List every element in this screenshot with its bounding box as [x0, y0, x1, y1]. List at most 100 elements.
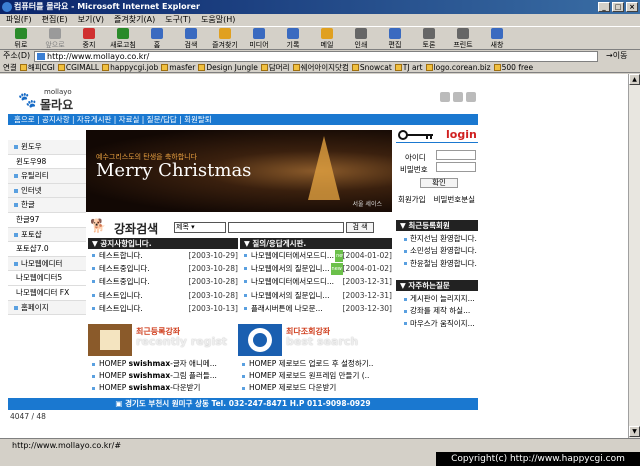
list-item[interactable]: 소민성님 환영합니다. — [396, 245, 478, 257]
list-item[interactable]: 게시판이 늘리지지... — [396, 293, 478, 305]
list-item[interactable]: 테스트입니다. [2003-10-28] — [88, 289, 238, 302]
ie-icon — [2, 2, 12, 12]
left-menu-item[interactable]: 윈도우98 — [8, 155, 86, 170]
left-menu-item[interactable]: 나모웹에디터 FX — [8, 286, 86, 301]
toolbar-button[interactable]: 편집 — [378, 27, 412, 50]
menu-item[interactable]: 도구(T) — [165, 14, 191, 26]
vertical-scrollbar[interactable]: ▲ ▼ — [628, 74, 640, 438]
toolbar-button[interactable]: 기록 — [276, 27, 310, 50]
menu-item[interactable]: 보기(V) — [78, 14, 104, 26]
menu-item[interactable]: 파일(F) — [6, 14, 32, 26]
list-item[interactable]: 테스트입니다. [2003-10-13] — [88, 302, 238, 315]
menu-item[interactable]: 즐겨찾기(A) — [114, 14, 155, 26]
banner-title: Merry Christmas — [96, 160, 252, 181]
left-menu-item[interactable]: 홈페이지 — [8, 300, 86, 316]
list-item[interactable]: 한지선님 환영합니다. — [396, 233, 478, 245]
list-item[interactable]: 강좌를 제작 하실... — [396, 305, 478, 317]
list-item[interactable]: 나모웹에디터에서모드디... [2003-12-31] — [240, 275, 392, 288]
link-item[interactable]: Design Jungle — [198, 62, 258, 72]
page-icon — [292, 63, 300, 71]
list-item[interactable]: HOMEP 제로보드 원프레임 만들기 (.. — [238, 370, 392, 382]
toolbar-button[interactable]: 검색 — [174, 27, 208, 50]
go-button[interactable]: →이동 — [606, 50, 627, 62]
toolbar-button[interactable]: 새로고침 — [106, 27, 140, 50]
list-item-title: 나모웹에디터에서모드디... — [251, 277, 335, 287]
list-item[interactable]: HOMEP swishmax-다운받기 — [88, 382, 238, 394]
left-menu-item[interactable]: 한글 — [8, 198, 86, 213]
toolbar-button[interactable]: 미디어 — [242, 27, 276, 50]
link-item[interactable]: Snowcat — [351, 62, 392, 72]
left-menu-item[interactable]: 유틸리티 — [8, 169, 86, 184]
find-password-link[interactable]: 비밀번호분실 — [434, 194, 475, 205]
list-item[interactable]: 한윤철님 환영합니다. — [396, 258, 478, 270]
minimize-button[interactable]: _ — [598, 2, 610, 12]
list-item[interactable]: HOMEP 제로보드 업로드 후 설정하기.. — [238, 358, 392, 370]
password-input[interactable] — [436, 162, 476, 172]
left-menu-item[interactable]: 나모웹에디터 — [8, 256, 86, 272]
scroll-up-arrow[interactable]: ▲ — [629, 74, 640, 85]
toolbar-button[interactable]: 인쇄 — [344, 27, 378, 50]
list-item[interactable]: 나모웹에디터에서모드디...new[2004-01-02] — [240, 249, 392, 263]
toolbar-button[interactable]: 중지 — [72, 27, 106, 50]
toolbar-button[interactable]: 앞으로 — [38, 27, 72, 50]
top-icons — [440, 92, 476, 102]
link-item[interactable]: 쉐어아이지닷컴 — [292, 62, 349, 72]
list-item-date: [2003-10-13] — [188, 303, 238, 313]
search-field-select[interactable]: 제목 ▾ — [174, 222, 226, 233]
link-item[interactable]: happycgi.job — [102, 62, 158, 72]
search-input[interactable] — [228, 222, 344, 233]
bottom-strip — [0, 452, 436, 466]
menu-item[interactable]: 편집(E) — [42, 14, 68, 26]
left-menu-item[interactable]: 윈도우 — [8, 140, 86, 155]
link-item[interactable]: logo.corean.biz — [425, 62, 491, 72]
list-item[interactable]: 나모웹에서의 질문입니... [2003-12-31] — [240, 289, 392, 302]
address-input[interactable]: http://www.mollayo.co.kr/ — [34, 51, 598, 62]
list-item-date: [2003-10-28] — [188, 264, 238, 274]
lecture-category: HOMEP — [249, 371, 279, 380]
toolbar-button[interactable]: 메일 — [310, 27, 344, 50]
id-input[interactable] — [436, 150, 476, 160]
mail-icon[interactable] — [466, 92, 476, 102]
link-item[interactable]: CGIMALL — [57, 62, 99, 72]
footer-text: 경기도 부천시 원미구 상동 Tel. 032-247-8471 H.P 011… — [125, 399, 371, 408]
list-item[interactable]: 테스트중입니다. [2003-10-28] — [88, 275, 238, 288]
join-link[interactable]: 회원가입 — [398, 194, 426, 205]
left-menu-item[interactable]: 포토샵 — [8, 227, 86, 243]
logo-text[interactable]: 몰라요 — [40, 96, 73, 113]
list-item[interactable]: 나모웹에서의 질문입니... new [2004-01-02] — [240, 262, 392, 276]
left-menu-item[interactable]: 인터넷 — [8, 183, 86, 199]
home-icon[interactable] — [440, 92, 450, 102]
menu-item[interactable]: 도움말(H) — [201, 14, 235, 26]
scroll-down-arrow[interactable]: ▼ — [629, 426, 640, 437]
login-confirm-button[interactable]: 확인 — [420, 178, 458, 188]
list-item[interactable]: 플래시버튼에 나모문... [2003-12-30] — [240, 302, 392, 315]
toolbar-button[interactable]: 홈 — [140, 27, 174, 50]
recent-lectures-icon — [88, 324, 132, 356]
toolbar-button[interactable]: 프린트 — [446, 27, 480, 50]
list-item[interactable]: 테스트중입니다. [2003-10-28] — [88, 262, 238, 275]
link-item[interactable]: 500 free — [493, 62, 533, 72]
search-button[interactable]: 검 색 — [346, 222, 374, 233]
site-nav[interactable]: 홈으로 | 공지사항 | 자유게시판 | 자료실 | 질문/답답 | 회원탈퇴 — [8, 114, 478, 125]
link-item[interactable]: TJ art — [394, 62, 423, 72]
maximize-button[interactable]: □ — [612, 2, 624, 12]
close-button[interactable]: × — [626, 2, 638, 12]
left-menu-item[interactable]: 한글97 — [8, 213, 86, 228]
toolbar-button[interactable]: 뒤로 — [4, 27, 38, 50]
left-menu-item[interactable]: 포토샵7.0 — [8, 242, 86, 257]
key-icon — [398, 130, 433, 140]
toolbar-button[interactable]: 새창 — [480, 27, 514, 50]
list-item[interactable]: 테스트합니다. [2003-10-29] — [88, 249, 238, 262]
list-item[interactable]: HOMEP 제로보드 다운받기 — [238, 382, 392, 394]
list-item[interactable]: 마우스가 움직이지... — [396, 318, 478, 330]
link-item[interactable]: 담머리 — [260, 62, 290, 72]
list-item[interactable]: HOMEP swishmax-그림 플러들... — [88, 370, 238, 382]
plus-icon[interactable] — [453, 92, 463, 102]
list-item-date: [2003-12-31] — [342, 277, 392, 287]
toolbar-button[interactable]: 즐겨찾기 — [208, 27, 242, 50]
link-item[interactable]: masfer — [161, 62, 195, 72]
toolbar-button[interactable]: 토론 — [412, 27, 446, 50]
left-menu-item[interactable]: 나모웹에디터5 — [8, 271, 86, 286]
list-item[interactable]: HOMEP swishmax-글자 애니메... — [88, 358, 238, 370]
link-item[interactable]: 해피CGI — [19, 62, 55, 72]
